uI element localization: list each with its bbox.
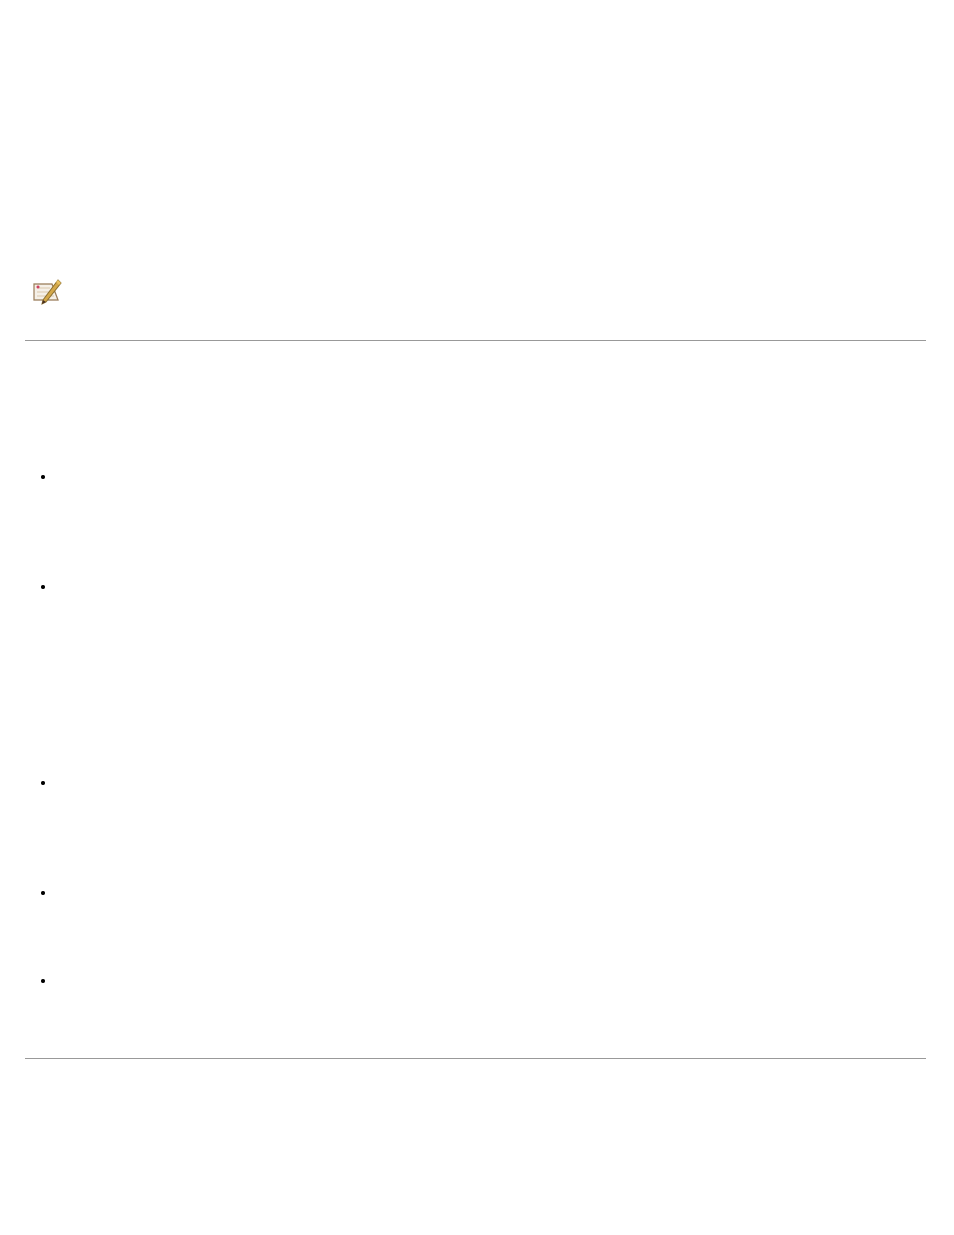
pencil-icon <box>30 295 64 312</box>
divider-top <box>25 340 926 341</box>
bullet-list <box>30 470 55 988</box>
divider-bottom <box>25 1058 926 1059</box>
pencil-note-icon <box>30 278 64 313</box>
